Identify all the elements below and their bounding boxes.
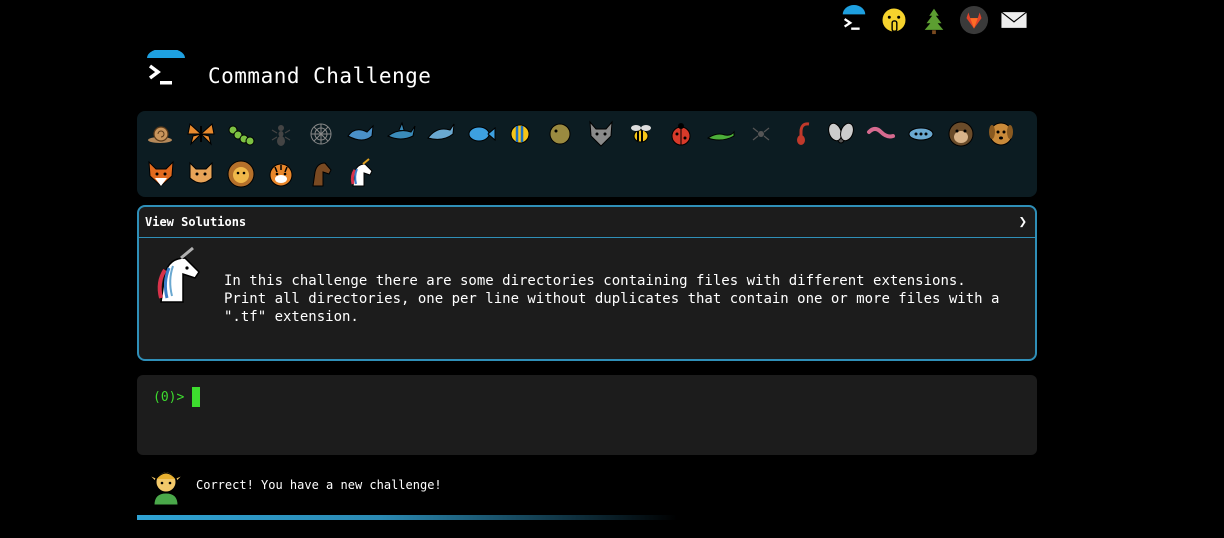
lion-icon[interactable] — [221, 155, 261, 193]
view-solutions-toggle[interactable]: View Solutions ❯ — [139, 207, 1035, 238]
snail-icon[interactable] — [141, 115, 181, 153]
challenge-selector — [137, 111, 1037, 197]
terminal-logo-icon[interactable] — [838, 4, 870, 36]
prompt-label: (0)> — [153, 389, 185, 405]
terminal-prompt: (0)> — [153, 387, 201, 407]
spider-web-icon[interactable] — [301, 115, 341, 153]
whale-icon[interactable] — [341, 115, 381, 153]
dolphin-icon[interactable] — [421, 115, 461, 153]
top-nav — [838, 4, 1030, 36]
monkey-icon[interactable] — [941, 115, 981, 153]
spider-icon[interactable] — [741, 115, 781, 153]
mail-icon[interactable] — [998, 4, 1030, 36]
ladybug-icon[interactable] — [661, 115, 701, 153]
fish-icon[interactable] — [461, 115, 501, 153]
elf-icon — [148, 471, 184, 506]
fly-icon[interactable] — [821, 115, 861, 153]
view-solutions-label: View Solutions — [145, 215, 247, 229]
site-header: Command Challenge — [144, 50, 431, 94]
challenge-panel: View Solutions ❯ In this challenge there… — [137, 205, 1037, 361]
scorpion-icon[interactable] — [781, 115, 821, 153]
butterfly-icon[interactable] — [181, 115, 221, 153]
microbe-icon[interactable] — [901, 115, 941, 153]
wolf-icon[interactable] — [581, 115, 621, 153]
fox-icon[interactable] — [141, 155, 181, 193]
shark-icon[interactable] — [381, 115, 421, 153]
logo-icon — [147, 50, 185, 85]
blowfish-icon[interactable] — [541, 115, 581, 153]
unicorn-icon[interactable] — [341, 155, 381, 193]
challenge-description: In this challenge there are some directo… — [224, 273, 1000, 325]
horse-icon[interactable] — [301, 155, 341, 193]
bee-icon[interactable] — [621, 115, 661, 153]
ant-icon[interactable] — [261, 115, 301, 153]
chevron-right-icon: ❯ — [1018, 214, 1027, 230]
challenge-row-2 — [141, 155, 381, 193]
gitlab-icon[interactable] — [958, 4, 990, 36]
challenge-body: In this challenge there are some directo… — [139, 238, 1035, 358]
worm-icon[interactable] — [861, 115, 901, 153]
tropical-fish-icon[interactable] — [501, 115, 541, 153]
progress-bar — [137, 515, 677, 520]
terminal-cursor[interactable] — [192, 387, 201, 407]
terminal-input-area[interactable]: (0)> — [137, 375, 1037, 455]
cat-icon[interactable] — [181, 155, 221, 193]
challenge-row-1 — [141, 115, 1021, 153]
status-text: Correct! You have a new challenge! — [196, 478, 442, 492]
page-title: Command Challenge — [208, 64, 432, 88]
lizard-icon[interactable] — [701, 115, 741, 153]
shushing-face-icon[interactable] — [878, 4, 910, 36]
caterpillar-icon[interactable] — [221, 115, 261, 153]
unicorn-icon — [157, 246, 200, 303]
status-message: Correct! You have a new challenge! — [146, 463, 442, 507]
tiger-icon[interactable] — [261, 155, 301, 193]
tree-icon[interactable] — [918, 4, 950, 36]
dog-icon[interactable] — [981, 115, 1021, 153]
